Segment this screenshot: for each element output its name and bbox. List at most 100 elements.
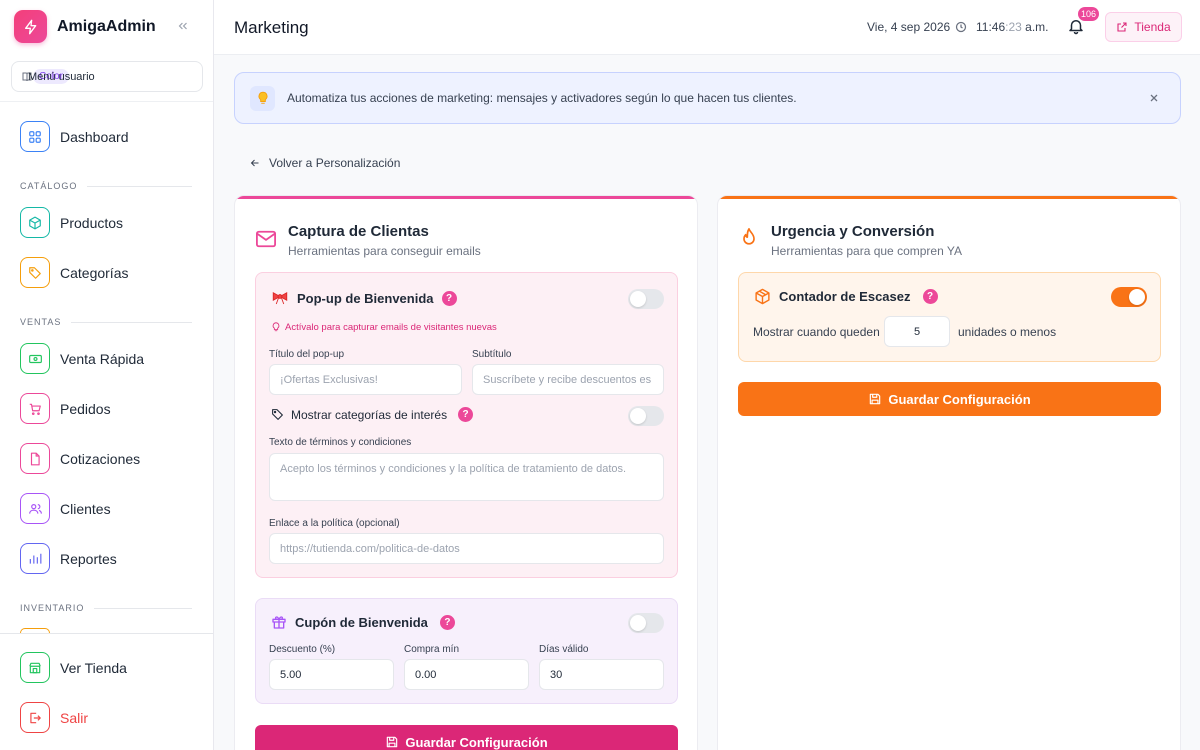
min-purchase-input[interactable]: 0.00 [404,659,529,690]
sidebar-item-label: Clientes [60,500,111,517]
current-time: 11:46:23 a.m. [955,20,1049,34]
card-subtitle: Herramientas para que compren YA [771,244,962,258]
cash-icon [20,343,50,374]
sidebar-item-label: Salir [60,709,89,726]
close-icon[interactable] [1148,92,1160,104]
capture-save-button[interactable]: Guardar Configuración [255,725,678,750]
sidebar-item-label: Productos [60,214,124,231]
store-button[interactable]: Tienda [1105,12,1182,42]
policy-input[interactable]: https://tutienda.com/politica-de-datos [269,533,664,564]
box-icon [20,207,50,238]
notification-badge: 106 [1078,7,1100,21]
days-valid-input[interactable]: 30 [539,659,664,690]
sidebar-item-quick-sale[interactable]: Venta Rápida [20,343,144,374]
time-seconds: :23 [1005,20,1022,34]
sidebar-item-orders[interactable]: Pedidos [20,393,111,424]
banner-text: Automatiza tus acciones de marketing: me… [287,91,797,105]
scarcity-title-row: Contador de Escasez ? [754,288,938,305]
sidebar-item-clients[interactable]: Clientes [20,493,111,524]
sidebar-item-label: Dashboard [60,128,129,145]
gift-icon [272,616,286,629]
lightbulb-small-icon [272,322,280,332]
help-icon[interactable]: ? [439,614,455,630]
store-icon [20,652,50,683]
card-accent [235,196,697,199]
ribbon-icon [272,291,288,305]
popup-toggle[interactable] [628,289,664,309]
terms-textarea[interactable]: Acepto los términos y condiciones y la p… [269,453,664,501]
card-title: Captura de Clientas [288,223,429,240]
sidebar: AmigaAdmin Menú usuario Color Dashboard … [0,0,214,750]
policy-label: Enlace a la política (opcional) [269,518,400,529]
page-title: Marketing [234,18,309,37]
bolt-icon [14,10,47,43]
save-label: Guardar Configuración [888,391,1031,407]
capture-card: Captura de Clientas Herramientas para co… [234,195,698,750]
clock-icon [955,21,967,33]
terms-label: Texto de términos y condiciones [269,437,412,448]
popup-title: Pop-up de Bienvenida [297,290,434,306]
popup-hint: Actívalo para capturar emails de visitan… [271,321,497,333]
days-valid-label: Días válido [539,644,589,655]
current-date: Vie, 4 sep 2026 [867,20,951,34]
popup-subtitle-input[interactable]: Suscríbete y recibe descuentos es [472,364,664,395]
scarcity-threshold-input[interactable]: 5 [884,316,950,347]
info-banner: Automatiza tus acciones de marketing: me… [234,72,1181,124]
back-link-label: Volver a Personalización [269,156,401,170]
coupon-title: Cupón de Bienvenida [295,614,428,630]
sidebar-item-categories[interactable]: Categorías [20,257,128,288]
logout-icon [20,702,50,733]
sidebar-item-label: Venta Rápida [60,350,145,367]
popup-title-input[interactable]: ¡Ofertas Exclusivas! [269,364,462,395]
categories-label: Mostrar categorías de interés [291,407,448,422]
package-icon [755,288,770,305]
sidebar-item-logout[interactable]: Salir [20,702,88,733]
sidebar-item-dashboard[interactable]: Dashboard [20,121,129,152]
time-main: 11:46 [976,20,1006,34]
time-suffix: a.m. [1021,20,1049,34]
scarcity-suffix: unidades o menos [958,325,1057,339]
categories-toggle[interactable] [628,406,664,426]
section-catalog: CATÁLOGO [20,181,192,191]
store-button-label: Tienda [1134,20,1171,34]
card-subtitle: Herramientas para conseguir emails [288,244,481,258]
help-icon[interactable]: ? [441,290,457,306]
brand[interactable]: AmigaAdmin [14,10,156,43]
coupon-section: Cupón de Bienvenida ? Descuento (%) 5.00… [255,598,678,704]
popup-title-label: Título del pop-up [269,349,345,360]
scarcity-section: Contador de Escasez ? Mostrar cuando que… [738,272,1161,362]
urgency-save-button[interactable]: Guardar Configuración [738,382,1161,416]
coupon-toggle[interactable] [628,613,664,633]
tag-icon [272,409,283,420]
categories-row: Mostrar categorías de interés ? [271,407,474,422]
save-icon [870,393,881,405]
collapse-sidebar-icon[interactable] [176,19,190,33]
help-icon[interactable]: ? [458,407,474,422]
sidebar-item-view-store[interactable]: Ver Tienda [20,652,127,683]
sidebar-item-label: Ver Tienda [60,659,127,676]
scarcity-toggle[interactable] [1111,287,1147,307]
help-icon[interactable]: ? [922,289,938,304]
sidebar-item-label: Pedidos [60,400,111,417]
popup-subtitle-label: Subtítulo [472,349,512,360]
discount-label: Descuento (%) [269,644,336,655]
sidebar-item-label: Categorías [60,264,129,281]
back-link[interactable]: Volver a Personalización [249,156,400,170]
section-inventory: INVENTARIO [20,603,192,613]
sidebar-item-reports[interactable]: Reportes [20,543,117,574]
top-bar: Marketing Vie, 4 sep 2026 11:46:23 a.m. … [214,0,1200,55]
section-sales: VENTAS [20,317,192,327]
discount-input[interactable]: 5.00 [269,659,394,690]
lightbulb-icon [250,85,275,111]
sidebar-item-label: Cotizaciones [60,450,141,467]
sidebar-item-label: Reportes [60,550,117,567]
sidebar-item-quotes[interactable]: Cotizaciones [20,443,140,474]
external-link-icon [1117,22,1127,32]
user-menu-label: Menú usuario [28,70,95,83]
user-menu-button[interactable]: Menú usuario Color [11,61,203,92]
coupon-title-row: Cupón de Bienvenida ? [271,614,455,630]
document-icon [20,443,50,474]
save-label: Guardar Configuración [405,734,548,750]
sidebar-item-products[interactable]: Productos [20,207,123,238]
scarcity-title: Contador de Escasez [779,289,911,304]
